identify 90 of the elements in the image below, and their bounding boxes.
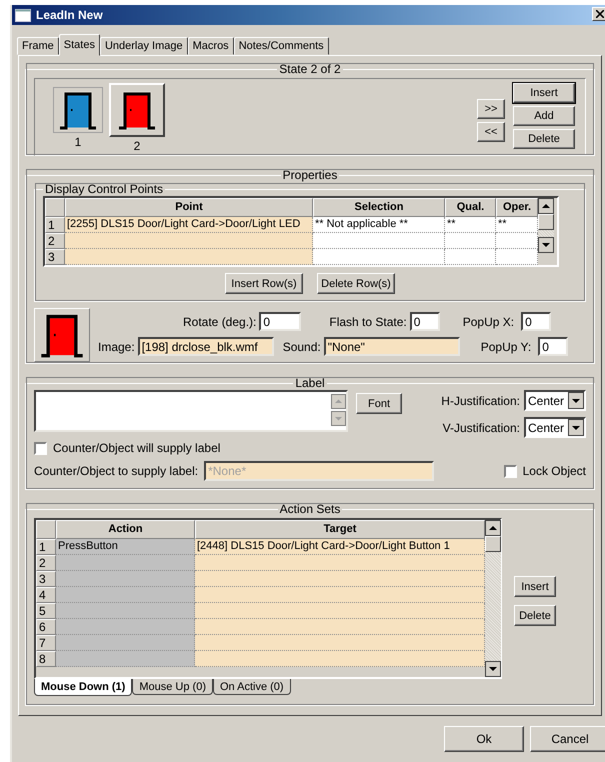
state-button[interactable]: Delete [513, 129, 575, 149]
image-field[interactable]: [198] drclose_blk.wmf [138, 337, 274, 356]
door-icon [58, 90, 98, 130]
tab[interactable]: Notes/Comments [234, 37, 329, 55]
sound-field[interactable]: "None" [324, 337, 460, 356]
row-number: 3 [45, 249, 65, 265]
justification-dropdown[interactable]: Center [524, 390, 586, 411]
tab[interactable]: Macros [188, 37, 234, 55]
table-cell: [2255] DLS15 Door/Light Card->Door/Light LED [65, 217, 313, 233]
nav-button[interactable]: << [477, 122, 505, 142]
field-label: Rotate (deg.): [183, 314, 256, 328]
scroll-up-icon[interactable] [485, 520, 501, 536]
checkbox[interactable] [34, 442, 47, 454]
group-title: Display Control Points [44, 182, 164, 196]
action-button[interactable]: Delete [514, 605, 556, 626]
row-number: 6 [36, 619, 56, 635]
state-tile[interactable] [53, 87, 103, 133]
close-icon [596, 10, 604, 18]
action-button[interactable]: Insert [514, 576, 556, 597]
row-number: 5 [36, 603, 56, 619]
close-button[interactable] [592, 7, 605, 21]
tab[interactable]: Mouse Up (0) [132, 679, 213, 695]
scroll-thumb[interactable] [538, 214, 554, 230]
tab[interactable]: On Active (0) [212, 679, 291, 695]
tab[interactable]: Frame [17, 37, 59, 55]
window-icon [15, 8, 31, 22]
column-header: Qual. [445, 198, 496, 217]
state-button[interactable]: Add [513, 106, 575, 126]
justification-dropdown[interactable]: Center [524, 417, 586, 438]
table-cell [445, 233, 496, 249]
row-number: 3 [36, 571, 56, 587]
table-cell [496, 233, 538, 249]
scrollbar[interactable] [485, 520, 501, 677]
scroll-down-icon[interactable] [538, 237, 554, 253]
checkbox-label: Counter/Object will supply label [53, 441, 220, 455]
state-button[interactable]: Insert [513, 83, 575, 103]
row-button[interactable]: Insert Row(s) [225, 273, 303, 294]
field-label: PopUp X: [462, 314, 514, 328]
popup-x-field[interactable]: 0 [521, 312, 552, 331]
row-number: 2 [45, 233, 65, 249]
row-number: 1 [36, 539, 56, 555]
dialog-button[interactable]: Cancel [530, 726, 605, 752]
row-number: 1 [45, 217, 65, 233]
flash-field[interactable]: 0 [410, 312, 440, 331]
table-cell [445, 249, 496, 265]
checkbox-label: Lock Object [522, 464, 586, 478]
field-label: Flash to State: [329, 314, 407, 328]
tab[interactable]: Underlay Image [100, 37, 188, 55]
field-label: Image: [98, 340, 135, 354]
state-number: 1 [74, 135, 82, 149]
table-cell: PressButton [56, 539, 195, 555]
window-title: LeadIn New [36, 8, 103, 22]
field-label: H-Justification: [441, 394, 520, 408]
scroll-thumb[interactable] [485, 536, 501, 552]
field-label: V-Justification: [442, 420, 520, 434]
table-cell: ** [496, 217, 538, 233]
dialog-button[interactable]: Ok [444, 726, 524, 752]
door-icon [117, 90, 157, 130]
checkbox[interactable] [504, 464, 517, 478]
table-cell [496, 249, 538, 265]
table-cell: [2448] DLS15 Door/Light Card->Door/Light Button 1 [195, 539, 485, 555]
nav-button[interactable]: >> [477, 99, 505, 119]
group-title: Action Sets [278, 502, 342, 516]
group-title: Label [294, 376, 326, 390]
font-button[interactable]: Font [356, 393, 402, 414]
row-number: 2 [36, 555, 56, 571]
state-number: 2 [134, 139, 140, 153]
column-header: Point [65, 198, 313, 217]
popup-y-field[interactable]: 0 [538, 337, 568, 356]
row-button[interactable]: Delete Row(s) [317, 273, 395, 294]
tab[interactable]: Mouse Down (1) [34, 679, 132, 696]
column-header: Oper. [496, 198, 538, 217]
table-cell: ** Not applicable ** [313, 217, 445, 233]
column-header: Action [56, 520, 195, 539]
field-label: Counter/Object to supply label: [34, 464, 198, 478]
scrollbar[interactable] [538, 198, 554, 253]
table-cell: ** [445, 217, 496, 233]
column-header: Target [195, 520, 485, 539]
row-number: 4 [36, 587, 56, 603]
rotate-field[interactable]: 0 [259, 312, 302, 331]
row-number: 7 [36, 635, 56, 651]
row-number: 8 [36, 651, 56, 667]
group-title: Properties [282, 168, 338, 182]
field-label: Sound: [282, 340, 321, 354]
scroll-down-icon[interactable] [485, 661, 501, 677]
group-title: State 2 of 2 [278, 62, 342, 76]
column-header: Selection [313, 198, 445, 217]
scroll-up-icon[interactable] [538, 198, 554, 214]
field-label: PopUp Y: [480, 340, 532, 354]
tab[interactable]: States [58, 34, 100, 56]
